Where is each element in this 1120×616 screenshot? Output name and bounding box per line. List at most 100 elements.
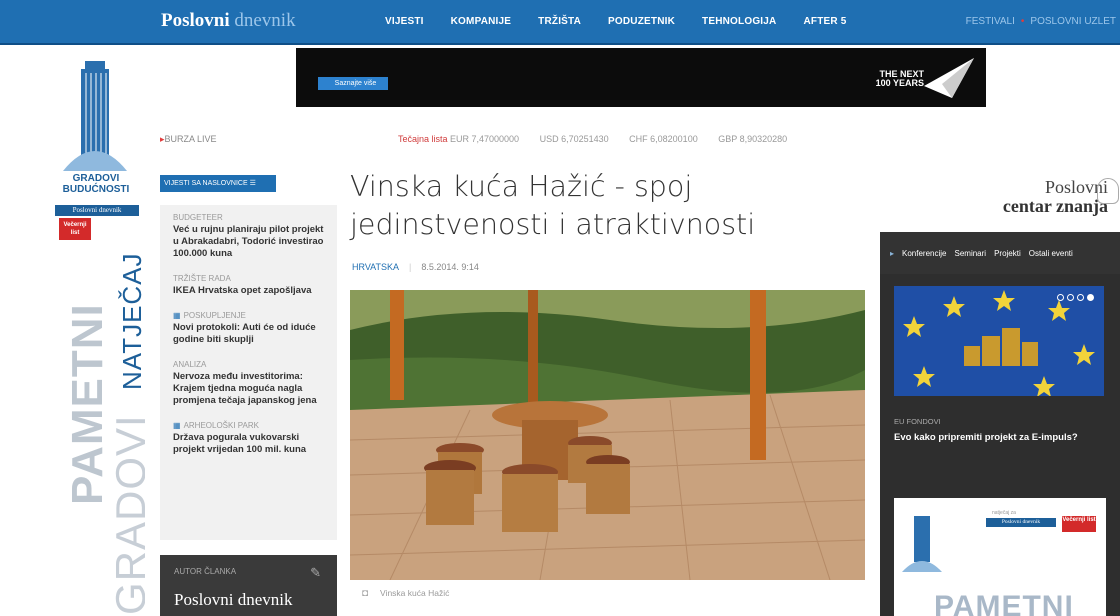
eu-stars-coins-image bbox=[894, 286, 1104, 396]
list-icon: ☰ bbox=[249, 180, 256, 187]
nav-poduzetnik[interactable]: PODUZETNIK bbox=[608, 16, 675, 27]
article-title-line1: Vinska kuća Hažić - spoj bbox=[350, 170, 693, 203]
gallery-icon: ▦ bbox=[173, 421, 181, 430]
nav-vijesti[interactable]: VIJESTI bbox=[385, 16, 424, 27]
knowledge-center-title[interactable]: Poslovni centar znanja bbox=[948, 178, 1108, 216]
rate-eur: EUR 7,47000000 bbox=[450, 134, 520, 144]
article-title-line2: jedinstvenosti i atraktivnosti bbox=[350, 208, 756, 241]
list-item[interactable]: ▦ POSKUPLJENJE Novi protokoli: Auti će od… bbox=[173, 311, 324, 346]
arrow-icon: ▸ bbox=[890, 248, 895, 258]
news-category: ANALIZA bbox=[173, 360, 207, 369]
building-icon bbox=[63, 61, 127, 171]
left-skyscraper-banner[interactable]: GRADOVI BUDUĆNOSTI Poslovni dnevnik Veče… bbox=[45, 55, 145, 616]
site-logo[interactable]: Poslovni dnevnik bbox=[161, 10, 296, 32]
news-category: ▦ ARHEOLOŠKI PARK bbox=[173, 421, 324, 430]
author-label: AUTOR ČLANKA bbox=[174, 567, 237, 576]
article-meta: HRVATSKA | 8.5.2014. 9:14 bbox=[352, 262, 479, 272]
ad-vl-logo: Večernji list bbox=[1062, 516, 1096, 532]
author-box: AUTOR ČLANKA ✎ Poslovni dnevnik bbox=[160, 555, 337, 616]
rates-list: EUR 7,47000000 USD 6,70251430 CHF 6,0820… bbox=[450, 134, 805, 144]
exchange-rate-ticker: BURZA LIVE Tečajna lista EUR 7,47000000 … bbox=[160, 134, 980, 150]
article-title: Vinska kuća Hažić - spoj jedinstvenosti … bbox=[350, 168, 870, 244]
news-title[interactable]: Već u rujnu planiraju pilot projekt u Ab… bbox=[173, 224, 324, 260]
paper-plane-icon bbox=[924, 58, 974, 98]
banner-line2: BUDUĆNOSTI bbox=[62, 184, 130, 195]
ad-small-text: natječaj za bbox=[992, 510, 1016, 516]
rate-usd: USD 6,70251430 bbox=[539, 134, 609, 144]
right-ad-banner[interactable]: natječaj za Poslovni dnevnik Večernji li… bbox=[894, 498, 1106, 616]
news-title[interactable]: IKEA Hrvatska opet zapošljava bbox=[173, 285, 324, 297]
nav-trzista[interactable]: TRŽIŠTA bbox=[538, 16, 581, 27]
nav-festivali[interactable]: FESTIVALI bbox=[966, 16, 1015, 27]
nav-tehnologija[interactable]: TEHNOLOGIJA bbox=[702, 16, 776, 27]
building-icon bbox=[902, 516, 942, 572]
article-photo[interactable] bbox=[350, 290, 865, 580]
news-title[interactable]: Država pogurala vukovarski projekt vrije… bbox=[173, 432, 324, 456]
caption-text: Vinska kuća Hažić bbox=[380, 588, 450, 598]
meta-separator: | bbox=[409, 262, 412, 272]
banner-line1: GRADOVI bbox=[72, 173, 120, 184]
article-date: 8.5.2014. 9:14 bbox=[421, 262, 479, 272]
banner-pametni: PAMETNI bbox=[63, 303, 112, 505]
news-title[interactable]: Novi protokoli: Auti će od iduće godine … bbox=[173, 322, 324, 346]
carousel-dot[interactable] bbox=[1077, 294, 1084, 301]
front-page-news-button[interactable]: VIJESTI SA NASLOVNICE ☰ bbox=[160, 175, 276, 192]
article-category[interactable]: HRVATSKA bbox=[352, 262, 399, 272]
camera-icon: ◘ bbox=[362, 588, 369, 599]
nav-poslovni-uzlet[interactable]: POSLOVNI UZLET bbox=[1030, 16, 1116, 27]
news-category: BUDGETEER bbox=[173, 213, 223, 222]
list-item[interactable]: ANALIZA Nervoza među investitorima: Kraj… bbox=[173, 360, 324, 407]
author-name[interactable]: Poslovni dnevnik bbox=[174, 590, 323, 610]
top-navigation-bar: Poslovni dnevnik VIJESTI KOMPANIJE TRŽIŠ… bbox=[0, 0, 1120, 45]
news-sidebar: BUDGETEER Već u rujnu planiraju pilot pr… bbox=[160, 205, 337, 540]
ad-brand: THE NEXT 100 YEARS bbox=[874, 70, 924, 88]
secondary-nav: FESTIVALI • POSLOVNI UZLET bbox=[966, 16, 1116, 27]
lightbulb-icon bbox=[1097, 178, 1119, 204]
separator-dot: • bbox=[1020, 16, 1025, 27]
nav-kompanije[interactable]: KOMPANIJE bbox=[451, 16, 512, 27]
news-category-text: ARHEOLOŠKI PARK bbox=[183, 421, 259, 430]
rate-gbp: GBP 8,90320280 bbox=[718, 134, 788, 144]
photo-caption: ◘ Vinska kuća Hažić bbox=[362, 588, 449, 599]
news-category: ▦ POSKUPLJENJE bbox=[173, 311, 324, 320]
ad-pd-logo: Poslovni dnevnik bbox=[986, 518, 1056, 527]
ad-brand-line2: 100 YEARS bbox=[875, 78, 924, 88]
tab-projekti[interactable]: Projekti bbox=[994, 249, 1021, 258]
carousel-dot[interactable] bbox=[1057, 294, 1064, 301]
list-item[interactable]: TRŽIŠTE RADA IKEA Hrvatska opet zapošlja… bbox=[173, 274, 324, 297]
tab-seminari[interactable]: Seminari bbox=[955, 249, 987, 258]
tab-ostali-eventi[interactable]: Ostali eventi bbox=[1029, 249, 1073, 258]
burza-live-link[interactable]: BURZA LIVE bbox=[160, 134, 217, 144]
main-nav: VIJESTI KOMPANIJE TRŽIŠTA PODUZETNIK TEH… bbox=[385, 16, 847, 27]
article-image bbox=[350, 290, 865, 580]
vecernji-logo: Večernji list bbox=[59, 218, 91, 240]
kc-title-line2: centar znanja bbox=[1002, 196, 1108, 216]
carousel-dot-active[interactable] bbox=[1087, 294, 1094, 301]
pencil-icon: ✎ bbox=[310, 565, 321, 580]
gallery-icon: ▦ bbox=[173, 311, 181, 320]
kc-title-line1: Poslovni bbox=[1044, 177, 1108, 197]
ad-pametni-word: PAMETNI bbox=[934, 590, 1074, 616]
carousel-dots[interactable] bbox=[1057, 294, 1094, 301]
carousel-dot[interactable] bbox=[1067, 294, 1074, 301]
banner-gradovi: GRADOVI bbox=[107, 414, 145, 615]
banner-title: GRADOVI BUDUĆNOSTI bbox=[53, 173, 139, 195]
rates-label: Tečajna lista bbox=[398, 134, 448, 144]
card-title[interactable]: Evo kako pripremiti projekt za E-impuls? bbox=[894, 432, 1114, 443]
logo-light-text: dnevnik bbox=[234, 10, 296, 31]
tab-konferencije[interactable]: Konferencije bbox=[902, 249, 946, 258]
news-category-text: POSKUPLJENJE bbox=[183, 311, 246, 320]
list-item[interactable]: BUDGETEER Već u rujnu planiraju pilot pr… bbox=[173, 213, 324, 260]
eu-funds-image[interactable] bbox=[894, 286, 1104, 396]
logo-bold-text: Poslovni bbox=[161, 10, 230, 31]
events-tabs: ▸ Konferencije Seminari Projekti Ostali … bbox=[880, 232, 1120, 274]
pd-logo: Poslovni dnevnik bbox=[55, 205, 139, 216]
top-ad-banner[interactable]: Saznajte više THE NEXT 100 YEARS bbox=[296, 48, 986, 107]
list-item[interactable]: ▦ ARHEOLOŠKI PARK Država pogurala vukovar… bbox=[173, 421, 324, 456]
news-category: TRŽIŠTE RADA bbox=[173, 274, 231, 283]
card-category: EU FONDOVI bbox=[894, 417, 941, 426]
news-title[interactable]: Nervoza među investitorima: Krajem tjedn… bbox=[173, 371, 324, 407]
nav-after5[interactable]: AFTER 5 bbox=[803, 16, 846, 27]
news-button-label: VIJESTI SA NASLOVNICE bbox=[164, 180, 248, 187]
ad-learn-more-button[interactable]: Saznajte više bbox=[318, 77, 388, 90]
